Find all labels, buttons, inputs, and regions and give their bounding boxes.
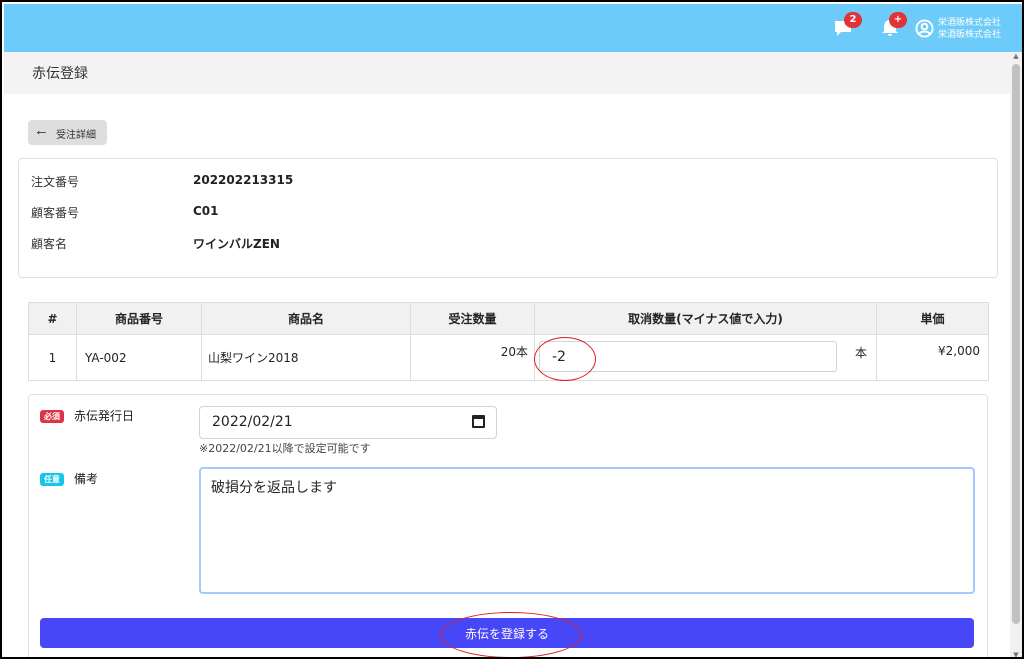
company-name[interactable]: 栄酒販株式会社 栄酒販株式会社 [938, 17, 1001, 41]
calendar-icon[interactable] [472, 415, 485, 428]
register-red-slip-button[interactable]: 赤伝を登録する [40, 618, 974, 648]
notification-badge: + [889, 12, 907, 28]
account-button[interactable] [915, 19, 934, 42]
scroll-up-icon[interactable]: ▲ [1010, 52, 1022, 60]
scroll-down-icon[interactable]: ▼ [1010, 651, 1022, 657]
col-header-no: # [28, 302, 77, 335]
company-name-line1: 栄酒販株式会社 [938, 18, 1002, 28]
user-circle-icon [915, 19, 934, 38]
back-to-order-detail-button[interactable]: ← 受注詳細 [28, 120, 107, 145]
col-header-name: 商品名 [201, 302, 411, 335]
col-header-cancel-qty: 取消数量(マイナス値で入力) [534, 302, 877, 335]
remarks-textarea[interactable]: 破損分を返品します [199, 467, 975, 594]
col-header-price: 単価 [876, 302, 989, 335]
issue-date-hint: ※2022/02/21以降で設定可能です [199, 442, 371, 455]
customer-number-value: C01 [193, 204, 219, 218]
table-row: 1 YA-002 山梨ワイン2018 20本 本 ¥2,000 [28, 334, 989, 381]
col-header-ordered-qty: 受注数量 [410, 302, 535, 335]
customer-name-value: ワインバルZEN [193, 237, 280, 251]
scrollbar[interactable]: ▲ ▼ [1010, 52, 1022, 657]
remarks-label: 備考 [74, 472, 99, 486]
top-bar: 2 + 栄酒販株式会社 栄酒販株式会社 [4, 4, 1022, 52]
issue-date-label: 赤伝発行日 [74, 409, 135, 423]
scrollbar-thumb[interactable] [1012, 64, 1020, 624]
optional-badge: 任意 [40, 473, 64, 486]
items-table: # 商品番号 商品名 受注数量 取消数量(マイナス値で入力) 単価 1 YA-0… [28, 302, 989, 381]
notification-button[interactable]: + [880, 12, 907, 42]
col-header-code: 商品番号 [76, 302, 202, 335]
arrow-left-icon: ← [34, 122, 49, 139]
company-name-line2: 栄酒販株式会社 [938, 30, 1002, 40]
customer-name-label: 顧客名 [31, 237, 68, 251]
app-window: 2 + 栄酒販株式会社 栄酒販株式会社 赤伝登録 ▲ ▼ ← 受注詳細 注文番号… [0, 0, 1024, 659]
cell-code: YA-002 [76, 334, 202, 381]
order-number-value: 202202213315 [193, 173, 294, 187]
issue-date-value: 2022/02/21 [212, 414, 293, 430]
cell-cancel-qty: 本 [534, 334, 877, 381]
customer-number-label: 顧客番号 [31, 206, 80, 220]
required-badge: 必須 [40, 410, 64, 423]
cancel-qty-input[interactable] [539, 341, 837, 372]
cell-no: 1 [28, 334, 77, 381]
cell-price: ¥2,000 [876, 334, 989, 381]
order-info-card: 注文番号 202202213315 顧客番号 C01 顧客名 ワインバルZEN [18, 158, 998, 278]
cell-name: 山梨ワイン2018 [201, 334, 411, 381]
cancel-qty-unit: 本 [855, 346, 868, 360]
cell-ordered-qty: 20本 [410, 334, 535, 381]
message-button[interactable]: 2 [833, 12, 862, 42]
back-button-label: 受注詳細 [56, 130, 96, 141]
page-title: 赤伝登録 [32, 66, 88, 82]
page-header: 赤伝登録 [4, 52, 1022, 94]
order-number-label: 注文番号 [31, 175, 80, 189]
table-header-row: # 商品番号 商品名 受注数量 取消数量(マイナス値で入力) 単価 [28, 302, 989, 335]
message-count-badge: 2 [844, 12, 862, 28]
issue-date-input[interactable]: 2022/02/21 [199, 406, 497, 439]
